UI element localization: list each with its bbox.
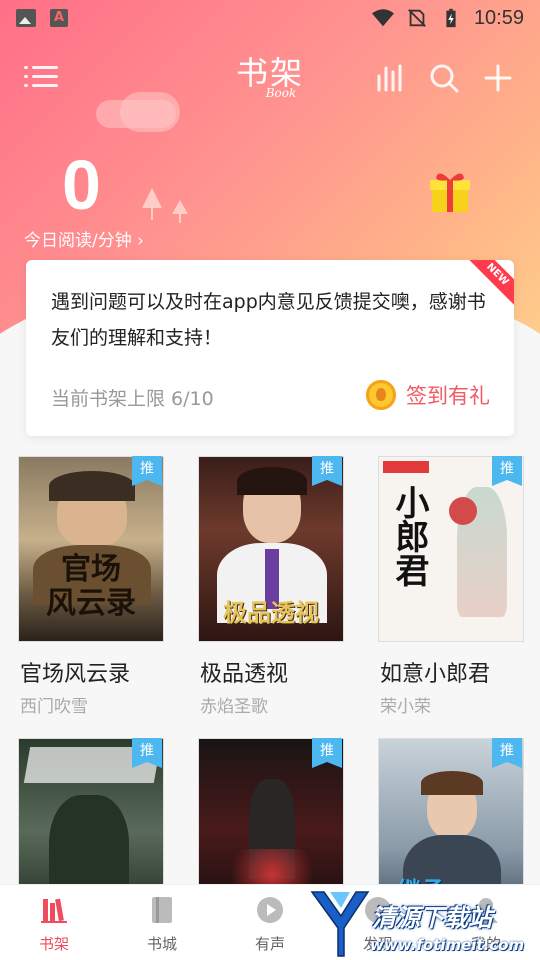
battery-charging-icon [446, 8, 456, 28]
book-cover-title: 官场 风云录 [46, 552, 136, 621]
status-bar: A 10:59 [0, 0, 540, 36]
audio-icon [257, 897, 283, 923]
book-author: 西门吹雪 [20, 697, 88, 717]
plus-icon [484, 64, 512, 92]
today-label: 今日阅读/分钟 › [24, 231, 144, 251]
bars-icon [377, 64, 402, 92]
book-title: 如意小郎君 [380, 662, 491, 687]
wifi-icon [371, 9, 394, 27]
gift-icon[interactable] [428, 172, 472, 214]
bookstore-icon [152, 897, 172, 923]
shelf-limit: 当前书架上限 6/10 [51, 388, 214, 410]
book-title: 官场风云录 [20, 662, 131, 687]
ranking-button[interactable] [374, 62, 406, 94]
notice-card: NEW 遇到问题可以及时在app内意见反馈提交噢，感谢书友们的理解和支持！ 当前… [26, 260, 514, 436]
no-sim-icon [408, 9, 426, 27]
book-title: 极品透视 [200, 662, 289, 687]
checkin-button[interactable]: 签到有礼 [366, 380, 490, 410]
book-author: 荣小荣 [380, 697, 431, 717]
book-cover-title: 小郎君 [389, 485, 429, 587]
coin-icon [366, 380, 396, 410]
book-cover: 小郎君 [378, 456, 524, 642]
tab-label: 书架 [38, 935, 69, 953]
search-icon [430, 64, 459, 93]
app-bar: 书架 Book [0, 44, 540, 108]
book-cover-title: 极品透视 [223, 598, 319, 627]
book-cover: 官场 风云录 [18, 456, 164, 642]
checkin-label: 签到有礼 [406, 384, 490, 408]
bookshelf-icon [41, 898, 67, 923]
app-notification-icon: A [50, 9, 68, 27]
watermark-logo-icon [310, 891, 370, 957]
watermark-url: www.fotimeit.com [370, 936, 525, 954]
watermark: 清源下载站 www.fotimeit.com [308, 888, 540, 960]
image-notification-icon [16, 9, 36, 27]
page-title: 书架 Book [230, 48, 310, 100]
watermark-name: 清源下载站 [372, 904, 492, 932]
add-button[interactable] [482, 62, 514, 94]
tab-label: 书城 [146, 935, 177, 953]
book-author: 赤焰圣歌 [200, 697, 268, 717]
tree-decoration [142, 188, 188, 223]
menu-button[interactable] [24, 62, 58, 92]
tab-bookshelf[interactable]: 书架 [0, 885, 108, 960]
notice-message: 遇到问题可以及时在app内意见反馈提交噢，感谢书友们的理解和支持！ [51, 291, 486, 349]
today-reading[interactable]: 0 今日阅读/分钟 › [24, 150, 144, 251]
clock: 10:59 [473, 6, 524, 29]
book-cover: 极品透视 [198, 456, 344, 642]
search-button[interactable] [428, 62, 460, 94]
tab-bookstore[interactable]: 书城 [108, 885, 216, 960]
today-minutes: 0 [62, 146, 101, 224]
